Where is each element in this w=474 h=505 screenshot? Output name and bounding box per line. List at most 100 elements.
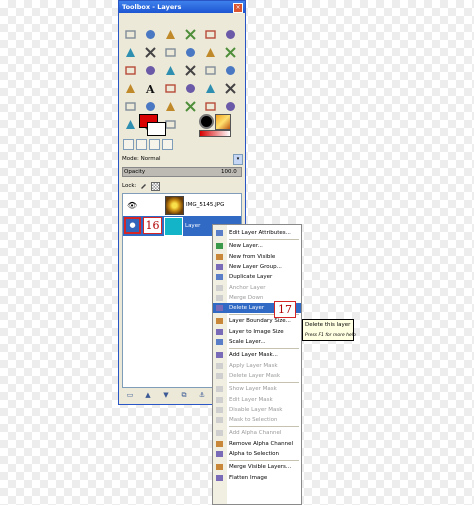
lower-layer-icon[interactable]: ▼ (160, 390, 172, 401)
clone-tool-icon[interactable] (183, 99, 197, 113)
alpha-to-selection-icon (216, 451, 223, 457)
menu-item-anchor-layer[interactable]: Anchor Layer (213, 283, 301, 293)
heal-tool-icon[interactable] (203, 99, 217, 113)
layer-name: Layer (185, 223, 201, 229)
ink-tool-icon[interactable] (163, 99, 177, 113)
flatten-image-icon (216, 474, 223, 481)
pattern-preview[interactable] (215, 114, 231, 130)
pencil-tool-icon[interactable] (203, 81, 217, 95)
remove-alpha-channel-icon (216, 440, 223, 447)
airbrush-tool-icon[interactable] (143, 99, 157, 113)
menu-item-duplicate-layer[interactable]: Duplicate Layer (213, 272, 301, 282)
layer-context-menu: Edit Layer Attributes... New Layer... New … (212, 224, 302, 505)
menu-item-delete-layer-mask[interactable]: Delete Layer Mask (213, 371, 301, 381)
menu-item-label: Show Layer Mask (229, 386, 277, 393)
ellipse-select-tool-icon[interactable] (143, 27, 157, 41)
menu-item-show-layer-mask[interactable]: Show Layer Mask (213, 384, 301, 394)
mask-to-selection-icon (216, 417, 223, 424)
menu-separator (229, 348, 299, 350)
lock-alpha-icon[interactable] (151, 182, 160, 191)
gradient-preview[interactable] (199, 130, 231, 137)
menu-item-label: New from Visible (229, 253, 276, 260)
brush-preview[interactable] (199, 114, 214, 129)
scissors-tool-icon[interactable] (223, 27, 237, 41)
menu-item-edit-layer-attributes[interactable]: Edit Layer Attributes... (213, 228, 301, 238)
blend-tool-icon[interactable] (183, 81, 197, 95)
merge-visible-layers-icon (216, 464, 223, 471)
menu-item-apply-layer-mask[interactable]: Apply Layer Mask (213, 361, 301, 371)
move-tool-icon[interactable] (223, 45, 237, 59)
paintbrush-tool-icon[interactable] (223, 81, 237, 95)
raise-layer-icon[interactable]: ▲ (142, 390, 154, 401)
layer-row[interactable]: 👁 IMG_5145.JPG (123, 194, 241, 216)
duplicate-layer-icon[interactable]: ⧉ (178, 390, 190, 401)
text-tool-icon[interactable]: A (143, 81, 157, 95)
menu-item-new-layer[interactable]: New Layer... (213, 241, 301, 251)
background-color-swatch[interactable] (147, 122, 166, 136)
perspective-clone-tool-icon[interactable] (223, 99, 237, 113)
menu-item-remove-alpha-channel[interactable]: Remove Alpha Channel (213, 439, 301, 449)
shear-tool-icon[interactable] (203, 63, 217, 77)
fuzzy-select-tool-icon[interactable] (183, 27, 197, 41)
new-from-visible-icon (216, 253, 223, 260)
menu-item-label: Merge Down (229, 294, 264, 301)
bucket-fill-tool-icon[interactable] (163, 81, 177, 95)
add-layer-mask-icon (216, 352, 223, 359)
tooltip-text: Delete this layer (305, 322, 351, 328)
align-tool-icon[interactable] (123, 63, 137, 77)
eye-icon[interactable]: ● (124, 217, 141, 234)
new-layer-icon[interactable]: ▭ (124, 390, 136, 401)
blur-tool-icon[interactable] (123, 117, 137, 131)
anchor-layer-icon[interactable]: ⚓ (196, 390, 208, 401)
callout-17: 17 (274, 301, 296, 318)
menu-item-label: New Layer... (229, 243, 263, 250)
foreground-select-tool-icon[interactable] (123, 45, 137, 59)
flip-tool-icon[interactable] (123, 81, 137, 95)
free-select-tool-icon[interactable] (163, 27, 177, 41)
color-picker-tool-icon[interactable] (163, 45, 177, 59)
menu-item-flatten-image[interactable]: Flatten Image (213, 473, 301, 483)
zoom-tool-icon[interactable] (183, 45, 197, 59)
eye-icon[interactable]: 👁 (127, 201, 137, 210)
scale-tool-icon[interactable] (183, 63, 197, 77)
menu-item-label: Scale Layer... (229, 339, 266, 345)
menu-item-merge-visible-layers[interactable]: Merge Visible Layers... (213, 462, 301, 472)
tab-channels[interactable] (149, 139, 160, 150)
rotate-tool-icon[interactable] (163, 63, 177, 77)
crop-tool-icon[interactable] (143, 63, 157, 77)
menu-item-label: Layer to Image Size (229, 328, 284, 335)
tab-layers[interactable] (136, 139, 147, 150)
tab-paths[interactable] (162, 139, 173, 150)
menu-item-edit-layer-mask[interactable]: Edit Layer Mask (213, 395, 301, 405)
menu-item-new-layer-group[interactable]: New Layer Group... (213, 262, 301, 272)
menu-item-alpha-to-selection[interactable]: Alpha to Selection (213, 449, 301, 459)
opacity-label: Opacity (124, 169, 146, 175)
layer-thumbnail (164, 217, 183, 236)
menu-item-label: Remove Alpha Channel (229, 440, 294, 447)
menu-item-add-alpha-channel[interactable]: Add Alpha Channel (213, 428, 301, 438)
tooltip-hint: Press F1 for more help (305, 333, 356, 338)
lock-pixels-icon[interactable] (140, 182, 147, 189)
eraser-tool-icon[interactable] (123, 99, 137, 113)
menu-item-new-from-visible[interactable]: New from Visible (213, 252, 301, 262)
rect-select-tool-icon[interactable] (123, 27, 137, 41)
menu-item-label: Merge Visible Layers... (229, 464, 292, 471)
duplicate-layer-icon (216, 274, 223, 281)
measure-tool-icon[interactable] (203, 45, 217, 59)
anchor-layer-icon (216, 284, 223, 291)
select-by-color-tool-icon[interactable] (203, 27, 217, 41)
mode-dropdown[interactable]: ▾ (233, 154, 243, 165)
delete-layer-icon (216, 305, 223, 312)
perspective-tool-icon[interactable] (223, 63, 237, 77)
paths-tool-icon[interactable] (143, 45, 157, 59)
menu-item-mask-to-selection[interactable]: Mask to Selection (213, 415, 301, 425)
menu-item-disable-layer-mask[interactable]: Disable Layer Mask (213, 405, 301, 415)
tab-tool-options[interactable] (123, 139, 134, 150)
mode-label: Mode: Normal (122, 156, 161, 162)
close-button[interactable]: × (233, 3, 243, 13)
menu-item-layer-to-image-size[interactable]: Layer to Image Size (213, 327, 301, 337)
menu-separator (229, 460, 299, 462)
menu-item-add-layer-mask[interactable]: Add Layer Mask... (213, 350, 301, 360)
disable-layer-mask-icon (216, 406, 223, 413)
menu-item-scale-layer[interactable]: Scale Layer... (213, 337, 301, 347)
